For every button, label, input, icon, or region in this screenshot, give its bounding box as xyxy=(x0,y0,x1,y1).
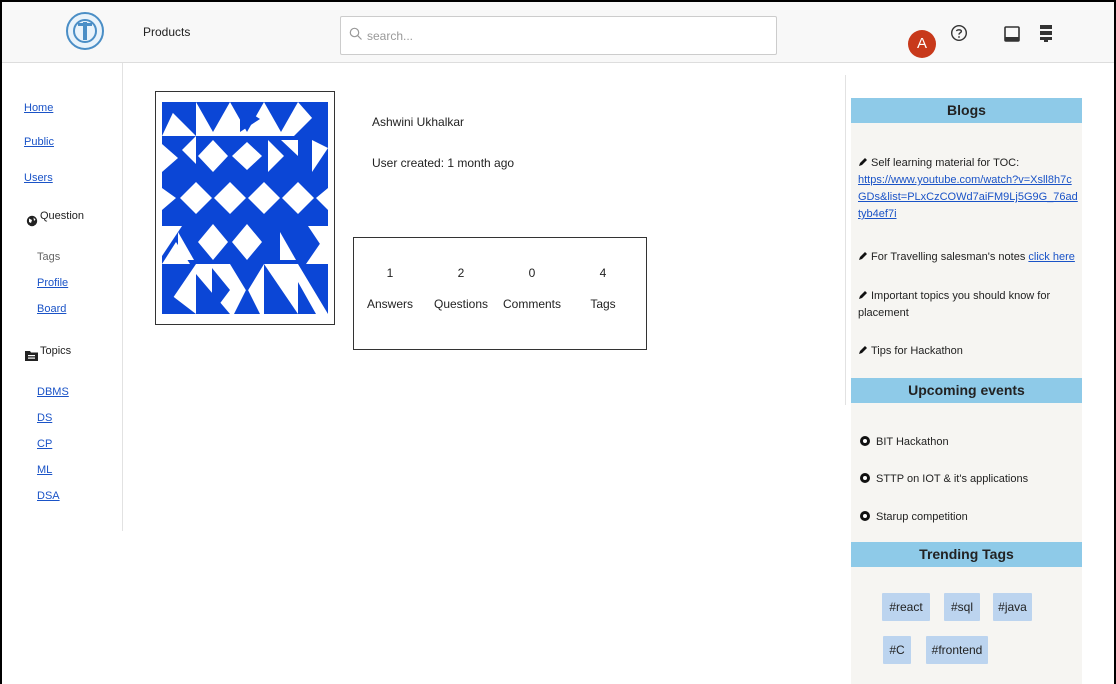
stat-label: Comments xyxy=(502,297,561,311)
search-icon xyxy=(349,27,362,40)
stat-value: 2 xyxy=(457,266,465,280)
stat-value: 4 xyxy=(599,266,607,280)
sidebar-item-users[interactable]: Users xyxy=(24,172,53,184)
event-item[interactable]: STTP on IOT & it's applications xyxy=(860,473,1028,485)
sidebar-topic-cp[interactable]: CP xyxy=(37,438,52,450)
identicon-image xyxy=(162,102,328,314)
stat-value: 1 xyxy=(386,266,394,280)
sidebar-item-board[interactable]: Board xyxy=(37,303,66,315)
logo-icon[interactable] xyxy=(66,12,104,50)
sidebar-topics-label: Topics xyxy=(40,345,72,357)
blog-item-text[interactable]: Tips for Hackathon xyxy=(871,345,963,357)
stat-label: Tags xyxy=(590,297,616,311)
blog-item-text[interactable]: Important topics you should know for pla… xyxy=(858,290,1050,319)
stat-tags: 4 Tags xyxy=(568,266,638,311)
pencil-icon xyxy=(859,346,867,354)
search-box[interactable] xyxy=(340,16,777,55)
avatar[interactable]: A xyxy=(908,30,936,58)
sidebar-item-profile[interactable]: Profile xyxy=(37,277,68,289)
pencil-icon xyxy=(859,158,867,166)
tag-chip[interactable]: #frontend xyxy=(926,636,988,664)
products-link[interactable]: Products xyxy=(143,25,190,39)
tag-chip[interactable]: #java xyxy=(993,593,1032,621)
profile-picture xyxy=(155,91,335,325)
blogs-heading: Blogs xyxy=(851,98,1082,123)
top-bar: Products A xyxy=(2,2,1114,63)
blog-item-text: For Travelling salesman's notes xyxy=(871,251,1026,263)
sidebar-question-label: Question xyxy=(40,210,85,222)
blog-item-link[interactable]: click here xyxy=(1028,251,1074,263)
stat-label: Questions xyxy=(433,297,489,311)
profile-username: Ashwini Ukhalkar xyxy=(372,115,465,129)
event-item[interactable]: BIT Hackathon xyxy=(860,436,949,448)
stat-label: Answers xyxy=(366,297,413,311)
bullet-icon xyxy=(860,473,870,483)
stat-value: 0 xyxy=(528,266,536,280)
blog-item-toc: Self learning material for TOC: https://… xyxy=(858,155,1078,223)
stat-questions: 2 Questions xyxy=(426,266,496,311)
menu-icon[interactable] xyxy=(1039,24,1053,42)
profile-created: User created: 1 month ago xyxy=(372,156,515,170)
sidebar-item-public[interactable]: Public xyxy=(24,136,54,148)
event-label: STTP on IOT & it's applications xyxy=(876,473,1029,485)
stat-comments: 0 Comments xyxy=(497,266,567,311)
globe-icon xyxy=(26,215,38,227)
blog-item-placement: Important topics you should know for pla… xyxy=(858,288,1078,322)
blog-item-tsp: For Travelling salesman's notes click he… xyxy=(858,249,1078,266)
right-divider xyxy=(845,75,846,405)
blog-item-link[interactable]: https://www.youtube.com/watch?v=Xsll8h7c… xyxy=(858,174,1078,220)
event-item[interactable]: Starup competition xyxy=(860,511,968,523)
sidebar-item-home[interactable]: Home xyxy=(24,102,53,114)
pencil-icon xyxy=(859,252,867,260)
sidebar-item-tags[interactable]: Tags xyxy=(37,251,60,263)
bullet-icon xyxy=(860,511,870,521)
pencil-icon xyxy=(859,291,867,299)
tag-chip[interactable]: #C xyxy=(883,636,911,664)
help-icon[interactable] xyxy=(950,24,968,42)
left-sidebar xyxy=(2,63,123,531)
event-label: BIT Hackathon xyxy=(876,436,949,448)
stat-answers: 1 Answers xyxy=(355,266,425,311)
tag-chip[interactable]: #sql xyxy=(944,593,980,621)
events-heading: Upcoming events xyxy=(851,378,1082,403)
trending-heading: Trending Tags xyxy=(851,542,1082,567)
sidebar-topic-dbms[interactable]: DBMS xyxy=(37,386,69,398)
blog-item-text: Self learning material for TOC: xyxy=(871,157,1020,169)
inbox-icon[interactable] xyxy=(1004,26,1020,42)
profile-stats: 1 Answers 2 Questions 0 Comments 4 Tags xyxy=(353,237,647,350)
sidebar-topic-dsa[interactable]: DSA xyxy=(37,490,60,502)
event-label: Starup competition xyxy=(876,511,968,523)
bullet-icon xyxy=(860,436,870,446)
sidebar-topic-ds[interactable]: DS xyxy=(37,412,52,424)
folder-icon xyxy=(25,351,38,361)
search-input[interactable] xyxy=(367,26,767,46)
tag-chip[interactable]: #react xyxy=(882,593,930,621)
blog-item-hackathon: Tips for Hackathon xyxy=(858,343,1078,360)
sidebar-topic-ml[interactable]: ML xyxy=(37,464,52,476)
